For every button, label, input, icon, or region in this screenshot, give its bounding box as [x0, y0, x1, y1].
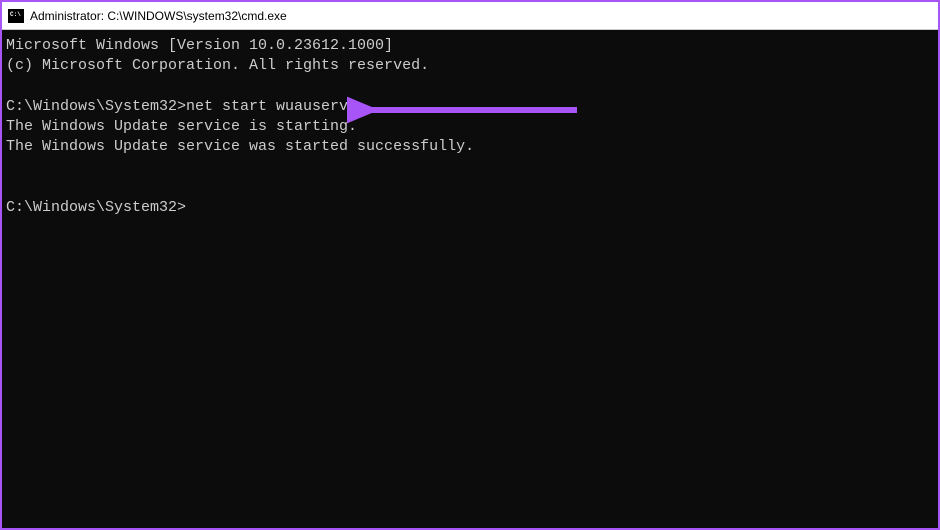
version-line: Microsoft Windows [Version 10.0.23612.10… [6, 36, 934, 56]
blank-line [6, 77, 934, 97]
entered-command: net start wuauserv [186, 97, 348, 117]
copyright-line: (c) Microsoft Corporation. All rights re… [6, 56, 934, 76]
output-line-2: The Windows Update service was started s… [6, 137, 934, 157]
prompt-path: C:\Windows\System32> [6, 198, 186, 218]
title-bar[interactable]: Administrator: C:\WINDOWS\system32\cmd.e… [2, 2, 938, 30]
window-title: Administrator: C:\WINDOWS\system32\cmd.e… [30, 9, 287, 23]
prompt-line-1: C:\Windows\System32>net start wuauserv [6, 97, 934, 117]
output-line-1: The Windows Update service is starting. [6, 117, 934, 137]
cmd-icon [8, 9, 24, 23]
blank-line [6, 178, 934, 198]
prompt-line-2: C:\Windows\System32> [6, 198, 934, 218]
prompt-path: C:\Windows\System32> [6, 97, 186, 117]
terminal-area[interactable]: Microsoft Windows [Version 10.0.23612.10… [2, 30, 938, 528]
blank-line [6, 158, 934, 178]
